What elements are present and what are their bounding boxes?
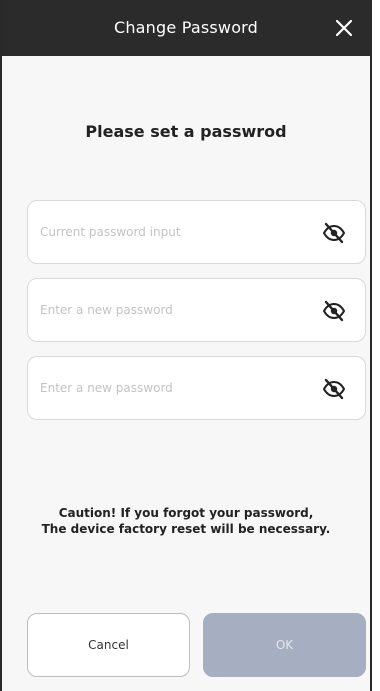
current-password-field — [27, 200, 366, 264]
dialog-header: Change Password — [2, 0, 370, 56]
close-icon — [335, 19, 353, 37]
ok-button[interactable]: OK — [203, 613, 366, 677]
eye-slash-icon — [322, 222, 346, 244]
confirm-password-input[interactable] — [40, 357, 290, 419]
password-visibility-toggle[interactable] — [321, 220, 347, 246]
caution-line-1: Caution! If you forgot your password, — [58, 506, 314, 520]
new-password-field — [27, 278, 366, 342]
close-button[interactable] — [330, 14, 358, 42]
password-visibility-toggle[interactable] — [321, 376, 347, 402]
confirm-password-field — [27, 356, 366, 420]
dialog-title: Change Password — [113, 18, 259, 37]
new-password-input[interactable] — [40, 279, 290, 341]
current-password-input[interactable] — [40, 201, 290, 263]
eye-slash-icon — [322, 378, 346, 400]
caution-message: Caution! If you forgot your password, Th… — [2, 505, 370, 537]
cancel-button[interactable]: Cancel — [27, 613, 190, 677]
password-visibility-toggle[interactable] — [321, 298, 347, 324]
caution-line-2: The device factory reset will be necessa… — [41, 522, 331, 536]
eye-slash-icon — [322, 300, 346, 322]
page-subtitle: Please set a passwrod — [85, 122, 287, 141]
dialog-frame: Change Password Please set a passwrod Ca… — [0, 0, 372, 691]
